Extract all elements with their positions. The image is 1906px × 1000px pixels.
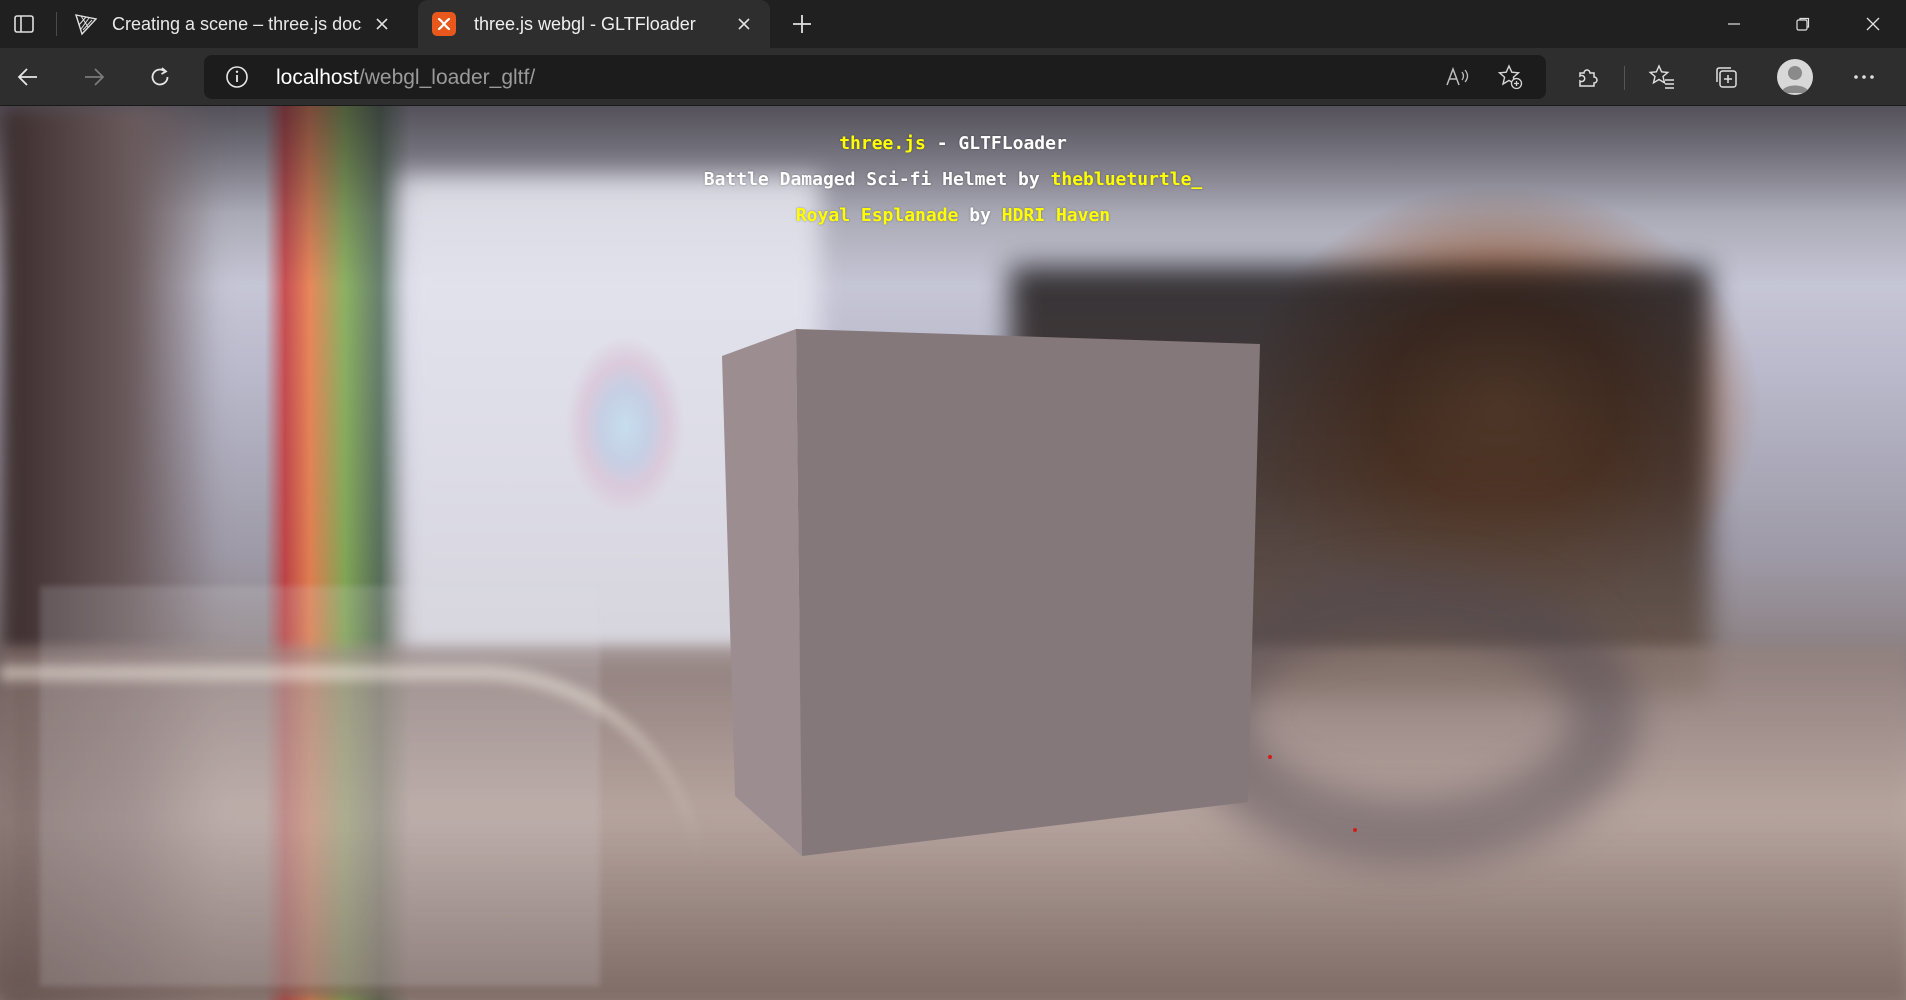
tab-threejs-docs[interactable]: Creating a scene – three.js docs <box>68 0 408 48</box>
tab-strip: Creating a scene – three.js docs three.j… <box>0 0 1906 48</box>
puzzle-icon <box>1579 69 1598 87</box>
info-overlay: three.js - GLTFLoader Battle Damaged Sci… <box>0 126 1906 234</box>
webgl-canvas[interactable]: three.js - GLTFLoader Battle Damaged Sci… <box>0 106 1906 1000</box>
info-icon[interactable] <box>224 64 250 90</box>
address-bar[interactable]: localhost/webgl_loader_gltf/ <box>204 55 1546 99</box>
restore-button[interactable] <box>1770 0 1836 48</box>
xampp-icon <box>432 12 456 36</box>
red-marker <box>1268 755 1272 759</box>
forward-button[interactable] <box>74 57 114 97</box>
close-icon <box>1866 17 1880 31</box>
info-line-title: three.js - GLTFLoader <box>0 126 1906 162</box>
browser-toolbar: localhost/webgl_loader_gltf/ <box>0 48 1906 106</box>
restore-icon <box>1796 17 1810 31</box>
tab-title: three.js webgl - GLTFloader <box>474 13 696 34</box>
environment-wall <box>400 176 820 656</box>
tab-gltf-loader[interactable]: three.js webgl - GLTFloader <box>418 0 770 48</box>
add-favorite-button[interactable] <box>1494 61 1526 93</box>
read-aloud-button[interactable] <box>1442 61 1474 93</box>
theblueturtle-link[interactable]: theblueturtle_ <box>1051 169 1203 190</box>
environment-floor-arc <box>1180 566 1640 866</box>
threejs-logo-icon <box>72 10 100 38</box>
hdri-credit-by: by <box>958 205 1002 226</box>
close-window-button[interactable] <box>1840 0 1906 48</box>
url-host: localhost <box>276 66 359 89</box>
info-line-model-credit: Battle Damaged Sci-fi Helmet by thebluet… <box>0 162 1906 198</box>
favorites-icon <box>1648 64 1674 89</box>
model-credit-text: Battle Damaged Sci-fi Helmet by <box>703 169 1051 190</box>
tab-separator <box>56 12 57 36</box>
back-button[interactable] <box>8 57 48 97</box>
plus-icon <box>793 15 811 33</box>
info-title-text: - GLTFLoader <box>925 133 1067 154</box>
hdri-haven-link[interactable]: HDRI Haven <box>1002 205 1110 226</box>
favorites-button[interactable] <box>1642 57 1682 97</box>
minimize-button[interactable] <box>1701 0 1767 48</box>
collections-button[interactable] <box>1706 57 1746 97</box>
url-path: /webgl_loader_gltf/ <box>358 66 536 89</box>
environment-handrail <box>0 666 700 886</box>
new-tab-button[interactable] <box>786 8 818 40</box>
close-tab-icon[interactable] <box>370 12 394 36</box>
info-line-hdri-credit: Royal Esplanade by HDRI Haven <box>0 198 1906 234</box>
address-url[interactable]: localhost/webgl_loader_gltf/ <box>276 66 535 90</box>
royal-esplanade-link[interactable]: Royal Esplanade <box>796 205 959 226</box>
arrow-left-icon <box>17 68 37 86</box>
extensions-button[interactable] <box>1568 57 1608 97</box>
red-marker <box>1353 828 1357 832</box>
read-aloud-icon <box>1446 66 1469 86</box>
toolbar-divider <box>1624 66 1625 90</box>
minimize-icon <box>1728 23 1740 25</box>
arrow-right-icon <box>85 68 105 86</box>
profile-avatar[interactable] <box>1777 59 1813 95</box>
user-icon <box>1781 66 1809 93</box>
refresh-icon <box>151 67 169 86</box>
threejs-link[interactable]: three.js <box>839 133 926 154</box>
star-add-icon <box>1497 64 1523 90</box>
collections-icon <box>1716 67 1737 88</box>
close-tab-icon[interactable] <box>732 12 756 36</box>
tab-actions-button[interactable] <box>6 6 42 42</box>
tab-actions-icon <box>14 15 34 33</box>
tab-title: Creating a scene – three.js docs <box>112 13 362 34</box>
refresh-button[interactable] <box>140 57 180 97</box>
more-dots-icon <box>1854 75 1874 79</box>
settings-more-button[interactable] <box>1844 57 1884 97</box>
